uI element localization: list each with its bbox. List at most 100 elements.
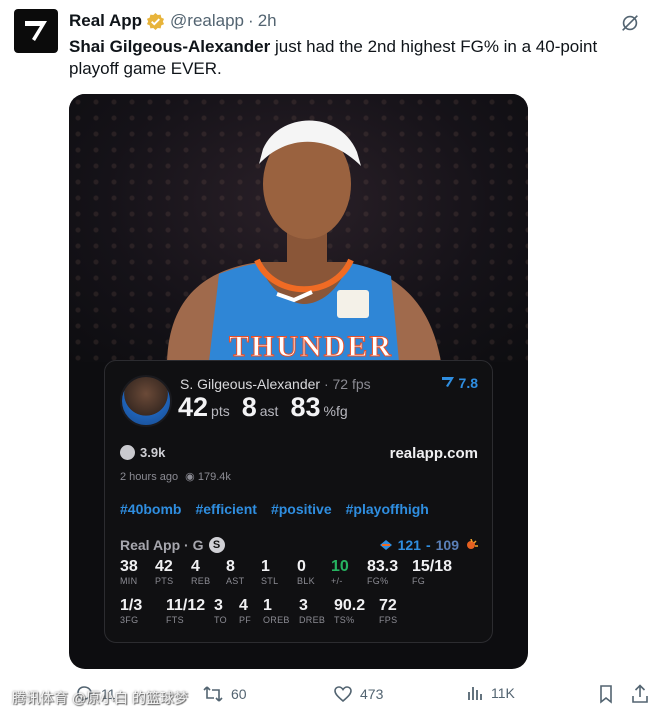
heart-icon: [334, 686, 352, 703]
stat-label: DREB: [299, 615, 326, 625]
stat-cell: 38 MIN: [120, 558, 138, 586]
view-count: 11K: [491, 685, 515, 701]
views-button[interactable]: 11K: [466, 684, 515, 702]
like-button[interactable]: 473: [333, 684, 383, 704]
player-avatar: [120, 375, 172, 427]
stat-label: PF: [239, 615, 252, 625]
tweet-text-bold[interactable]: Shai Gilgeous-Alexander: [69, 37, 270, 56]
author-name[interactable]: Real App: [69, 11, 142, 31]
stat-label: OREB: [263, 615, 290, 625]
repost-icon: [203, 686, 223, 702]
stat-label: +/-: [331, 576, 343, 586]
score-separator: -: [425, 537, 431, 553]
away-score: 109: [435, 537, 459, 553]
statline-badge: S: [208, 537, 225, 553]
stat-value: 3: [214, 597, 223, 614]
stat-cell: 72 FPS: [379, 597, 397, 625]
card-views: 179.4k: [197, 471, 231, 483]
stat-label: TO: [214, 615, 227, 625]
statline-label: Real App · G: [120, 537, 204, 553]
stat-label: FTS: [166, 615, 184, 625]
hashtag[interactable]: #40bomb: [120, 501, 181, 517]
stat-value: 8: [226, 558, 235, 575]
share-icon: [632, 684, 648, 703]
game-score: 121-109: [379, 537, 478, 553]
repost-button[interactable]: 60: [202, 684, 247, 704]
site-link[interactable]: realapp.com: [390, 445, 478, 462]
stat-value: 72: [379, 597, 397, 614]
stat-value: 83.3: [367, 558, 399, 575]
stat-cell: 0 BLK: [297, 558, 315, 586]
hashtag[interactable]: #playoffhigh: [346, 501, 429, 517]
stat-label: STL: [261, 576, 279, 586]
thunder-team-icon: [379, 540, 392, 550]
stat-label: FPS: [379, 615, 398, 625]
rating-value: 7.8: [458, 375, 478, 391]
analytics-icon: [468, 687, 482, 700]
stat-cell: 90.2 TS%: [334, 597, 365, 625]
stat-card[interactable]: S. Gilgeous-Alexander · 72 fps 7.8 42 pts…: [104, 360, 493, 643]
bookmark-button[interactable]: [597, 684, 615, 704]
assists-value: 8: [241, 392, 257, 422]
stat-cell: 11/12 FTS: [166, 597, 205, 625]
tweet-text: Shai Gilgeous-Alexander just had the 2nd…: [69, 36, 629, 80]
stat-label: PTS: [155, 576, 174, 586]
realapp-logo-icon: [25, 21, 47, 41]
hashtag[interactable]: #positive: [271, 501, 332, 517]
stat-label: BLK: [297, 576, 315, 586]
hashtag-list: #40bomb #efficient #positive #playoffhig…: [120, 501, 429, 517]
stat-value: 1: [263, 597, 272, 614]
bookmark-icon: [600, 685, 612, 704]
stat-label: FG: [412, 576, 426, 586]
stat-value: 15/18: [412, 558, 453, 575]
stat-value-plus-minus: 10: [331, 558, 349, 575]
smiley-icon: [120, 445, 135, 460]
hashtag[interactable]: #efficient: [195, 501, 256, 517]
like-count: 473: [360, 686, 384, 702]
statline-header: Real App · G S: [120, 537, 225, 553]
stat-cell: 15/18 FG: [412, 558, 452, 586]
stat-cell: 1/3 3FG: [120, 597, 142, 625]
stat-value: 1/3: [120, 597, 143, 614]
stat-label: MIN: [120, 576, 138, 586]
stat-cell: 42 PTS: [155, 558, 173, 586]
watermark: 腾讯体育 @原小白 的篮球梦: [12, 690, 188, 706]
author-handle[interactable]: @realapp: [170, 11, 244, 31]
stat-cell: 10 +/-: [331, 558, 349, 586]
stat-value: 3: [299, 597, 308, 614]
card-likes-count: 3.9k: [140, 445, 166, 460]
card-meta: 2 hours ago ◉ 179.4k: [120, 470, 231, 483]
stat-value: 90.2: [334, 597, 366, 614]
stat-value: 1: [261, 558, 270, 575]
stat-value: 4: [191, 558, 200, 575]
share-button[interactable]: [631, 684, 649, 704]
stat-value: 38: [120, 558, 138, 575]
assists-unit: ast: [259, 403, 279, 419]
tweet-media[interactable]: THUNDER S. Gilgeous-Alexander · 72 fps 7…: [69, 94, 528, 669]
player-name-line: S. Gilgeous-Alexander · 72 fps: [180, 376, 371, 392]
card-likes[interactable]: 3.9k: [120, 445, 165, 460]
stat-cell: 4 PF: [239, 597, 251, 625]
grok-icon[interactable]: [619, 12, 641, 34]
stat-cell: 83.3 FG%: [367, 558, 398, 586]
tweet-timestamp[interactable]: 2h: [258, 11, 277, 31]
stat-label: FG%: [367, 576, 389, 586]
stat-cell: 4 REB: [191, 558, 210, 586]
verified-badge-icon: [146, 12, 165, 30]
stat-value: 4: [239, 597, 248, 614]
points-unit: pts: [211, 403, 230, 419]
tweet-header: Real App @realapp · 2h: [69, 10, 647, 32]
stat-value: 11/12: [166, 597, 206, 614]
fg-value: 83: [290, 392, 321, 422]
player-name: S. Gilgeous-Alexander: [180, 376, 321, 392]
account-avatar[interactable]: [14, 9, 58, 53]
fg-unit: %fg: [323, 403, 348, 419]
stat-label: TS%: [334, 615, 355, 625]
stat-value: 42: [155, 558, 173, 575]
stat-cell: 1 OREB: [263, 597, 290, 625]
stat-label: REB: [191, 576, 211, 586]
realapp-small-icon: [441, 377, 454, 387]
separator-dot: ·: [248, 11, 254, 30]
stat-cell: 8 AST: [226, 558, 244, 586]
headline-stats: 42 pts 8 ast 83 %fg: [178, 392, 348, 423]
